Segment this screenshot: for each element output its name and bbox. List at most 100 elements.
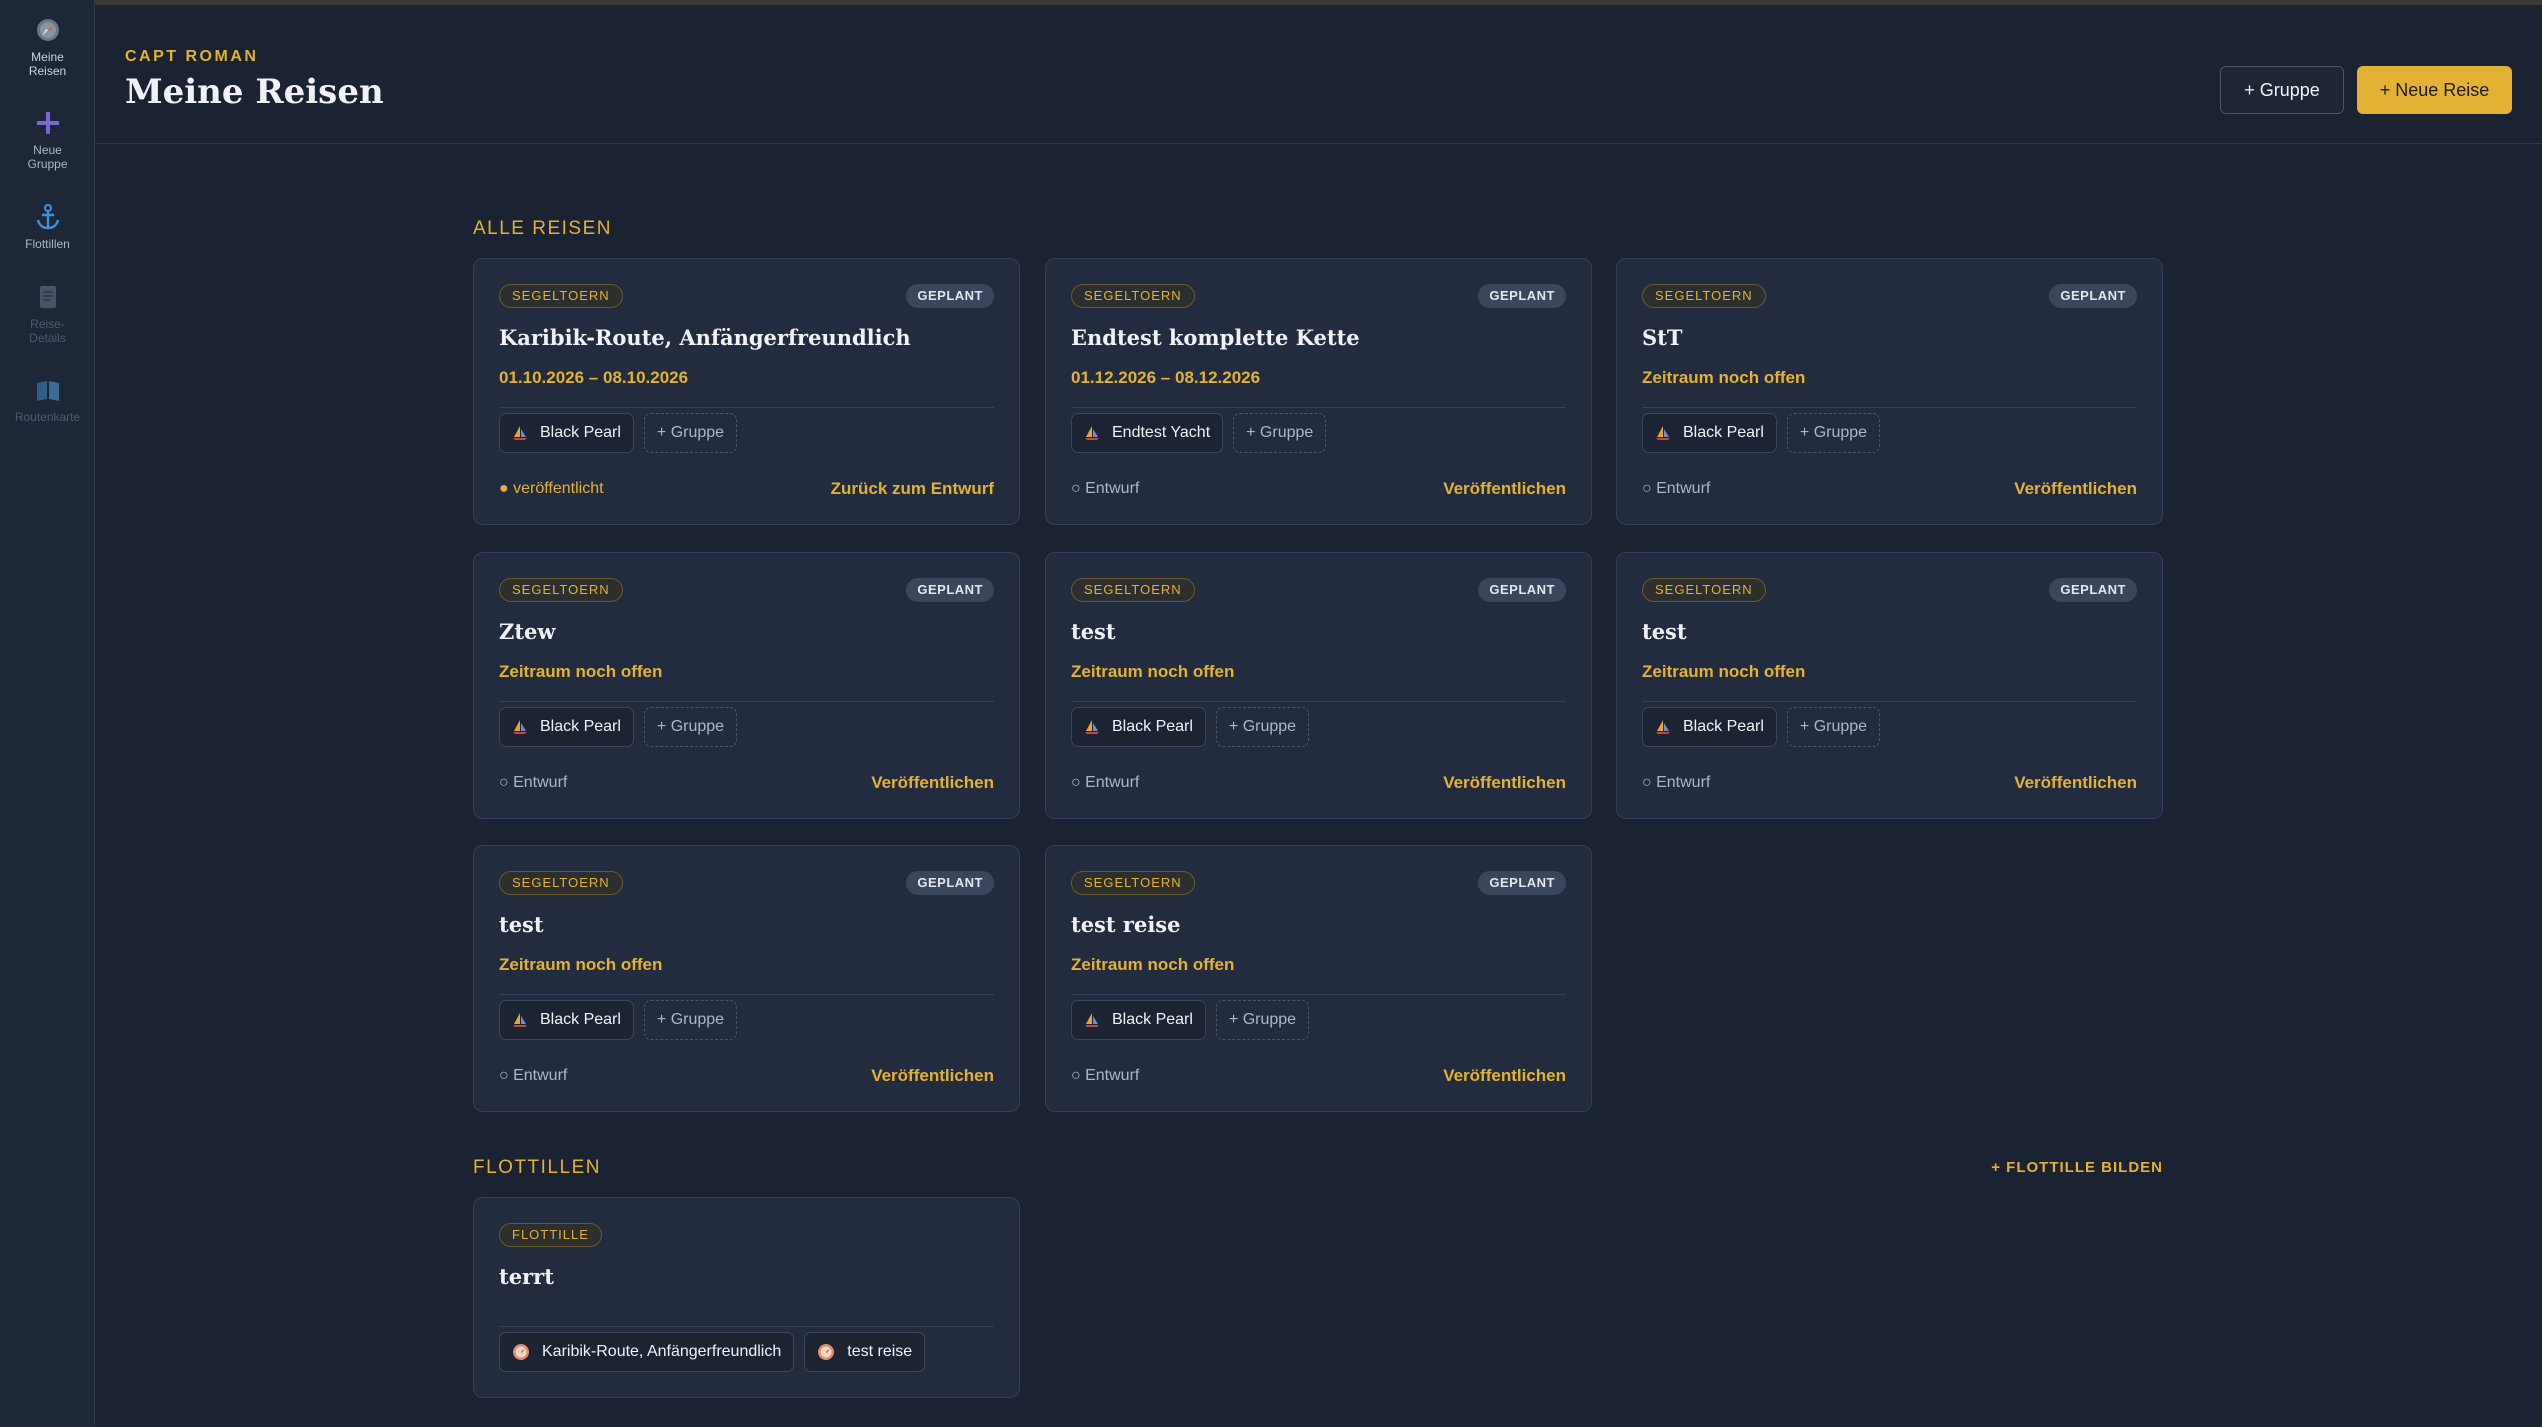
trip-title: test — [1642, 619, 1687, 644]
map-book-icon — [36, 381, 59, 401]
boat-chip[interactable]: Black Pearl — [1071, 707, 1206, 747]
trip-dates: Zeitraum noch offen — [1642, 368, 1806, 387]
add-group-chip[interactable]: + Gruppe — [1215, 707, 1310, 747]
status-badge: GEPLANT — [906, 284, 994, 308]
publish-state: ○ Entwurf — [1071, 480, 1140, 497]
trip-type-badge: SEGELTOERN — [499, 578, 623, 602]
boat-chip[interactable]: Black Pearl — [1642, 707, 1777, 747]
boat-chip[interactable]: Black Pearl — [1642, 413, 1777, 453]
trip-dates: Zeitraum noch offen — [1071, 955, 1235, 974]
status-badge: GEPLANT — [2049, 284, 2137, 308]
publish-state: ○ Entwurf — [1071, 1067, 1140, 1084]
sidebar-item-meine-reisen[interactable]: Meine Reisen — [0, 16, 95, 78]
sidebar-item-flottillen[interactable]: Flottillen — [0, 203, 95, 251]
boat-name: Black Pearl — [540, 424, 621, 441]
page-header: CAPT ROMAN Meine Reisen — [95, 5, 2542, 144]
add-group-chip[interactable]: + Gruppe — [1215, 1000, 1310, 1040]
trip-dates: Zeitraum noch offen — [499, 662, 663, 681]
boat-chip[interactable]: Black Pearl — [499, 1000, 634, 1040]
compass-icon — [818, 1344, 835, 1360]
add-group-chip[interactable]: + Gruppe — [1786, 413, 1881, 453]
section-title-trips: ALLE REISEN — [473, 218, 612, 239]
trip-title: test reise — [1071, 912, 1181, 937]
flotilla-trip-chip[interactable]: Karibik-Route, Anfängerfreundlich — [499, 1332, 795, 1372]
trip-type-badge: SEGELTOERN — [1071, 871, 1195, 895]
page-title: Meine Reisen — [125, 72, 384, 112]
sailboat-icon — [513, 426, 527, 440]
trip-type-badge: SEGELTOERN — [499, 284, 623, 308]
publish-state: ● veröffentlicht — [499, 480, 604, 497]
divider — [1071, 701, 1566, 702]
trip-card[interactable]: SEGELTOERN GEPLANT test Zeitraum noch offen… — [473, 845, 1020, 1112]
boat-chip[interactable]: Black Pearl — [1071, 1000, 1206, 1040]
trip-chips: Endtest Yacht + Gruppe — [1071, 413, 1327, 453]
publish-toggle-link[interactable]: Veröffentlichen — [1443, 773, 1566, 793]
publish-state: ○ Entwurf — [499, 774, 568, 791]
add-group-chip[interactable]: + Gruppe — [1233, 413, 1327, 453]
flotilla-trip-list: Karibik-Route, Anfängerfreundlich test r… — [499, 1332, 926, 1372]
status-badge: GEPLANT — [1478, 578, 1566, 602]
boat-chip[interactable]: Black Pearl — [499, 707, 634, 747]
compass-icon — [513, 1344, 529, 1360]
divider — [499, 994, 994, 995]
publish-toggle-link[interactable]: Veröffentlichen — [2014, 479, 2137, 499]
trip-title: Karibik-Route, Anfängerfreundlich — [499, 325, 911, 350]
trip-card[interactable]: SEGELTOERN GEPLANT test reise Zeitraum noch… — [1045, 845, 1592, 1112]
publish-toggle-link[interactable]: Veröffentlichen — [871, 1066, 994, 1086]
trip-type-badge: SEGELTOERN — [499, 871, 623, 895]
status-badge: GEPLANT — [1478, 284, 1566, 308]
boat-name: Black Pearl — [540, 1011, 621, 1028]
trip-dates: 01.10.2026 – 08.10.2026 — [499, 368, 689, 387]
divider — [499, 701, 994, 702]
add-group-chip[interactable]: + Gruppe — [643, 1000, 738, 1040]
trip-card[interactable]: SEGELTOERN GEPLANT Ztew Zeitraum noch offen… — [473, 552, 1020, 819]
trip-type-badge: SEGELTOERN — [1642, 578, 1766, 602]
divider — [1642, 407, 2137, 408]
sidebar-item-neue-gruppe[interactable]: Neue Gruppe — [0, 109, 95, 171]
boat-chip[interactable]: Endtest Yacht — [1071, 413, 1224, 453]
sidebar-label: Routenkarte — [14, 410, 81, 424]
new-trip-button[interactable]: + Neue Reise — [2357, 66, 2512, 114]
flotilla-card[interactable]: FLOTTILLE terrt Karibik-Route, Anfängerf… — [473, 1197, 1020, 1398]
sidebar-label: Flottillen — [25, 237, 70, 251]
status-badge: GEPLANT — [2049, 578, 2137, 602]
flotilla-trip-name: Karibik-Route, Anfängerfreundlich — [542, 1343, 782, 1360]
sailboat-icon — [1085, 426, 1099, 440]
trip-dates: Zeitraum noch offen — [1071, 662, 1235, 681]
publish-toggle-link[interactable]: Veröffentlichen — [1443, 479, 1566, 499]
add-group-button[interactable]: + Gruppe — [2220, 66, 2344, 114]
publish-state: ○ Entwurf — [1642, 480, 1711, 497]
divider — [1642, 701, 2137, 702]
trip-chips: Black Pearl + Gruppe — [1071, 707, 1310, 747]
publish-toggle-link[interactable]: Zurück zum Entwurf — [831, 479, 994, 499]
create-flotilla-link[interactable]: + FLOTTILLE BILDEN — [1991, 1159, 2163, 1176]
flotilla-trip-chip[interactable]: test reise — [804, 1332, 926, 1372]
trip-card[interactable]: SEGELTOERN GEPLANT Endtest komplette Kette… — [1045, 258, 1592, 525]
trip-chips: Black Pearl + Gruppe — [1071, 1000, 1310, 1040]
publish-toggle-link[interactable]: Veröffentlichen — [2014, 773, 2137, 793]
add-group-chip[interactable]: + Gruppe — [1786, 707, 1881, 747]
trip-card[interactable]: SEGELTOERN GEPLANT test Zeitraum noch offen… — [1616, 552, 2163, 819]
publish-toggle-link[interactable]: Veröffentlichen — [871, 773, 994, 793]
boat-name: Black Pearl — [1683, 718, 1764, 735]
sidebar-label: Details — [29, 331, 66, 345]
status-badge: GEPLANT — [906, 578, 994, 602]
add-group-chip[interactable]: + Gruppe — [643, 413, 738, 453]
sidebar-item-routenkarte: Routenkarte — [0, 376, 95, 424]
trip-card[interactable]: SEGELTOERN GEPLANT Karibik-Route, Anfänger… — [473, 258, 1020, 525]
publish-toggle-link[interactable]: Veröffentlichen — [1443, 1066, 1566, 1086]
captain-name: CAPT ROMAN — [125, 48, 259, 65]
trip-type-badge: SEGELTOERN — [1071, 284, 1195, 308]
sailboat-icon — [1656, 426, 1670, 440]
trip-card[interactable]: SEGELTOERN GEPLANT StT Zeitraum noch offen B… — [1616, 258, 2163, 525]
flotilla-type-badge: FLOTTILLE — [499, 1223, 602, 1247]
boat-name: Black Pearl — [540, 718, 621, 735]
trip-title: StT — [1642, 325, 1683, 350]
add-group-chip[interactable]: + Gruppe — [643, 707, 738, 747]
sidebar: Meine Reisen Neue Gruppe Flottillen Reis… — [0, 0, 95, 1427]
trip-type-badge: SEGELTOERN — [1071, 578, 1195, 602]
trip-card[interactable]: SEGELTOERN GEPLANT test Zeitraum noch offen… — [1045, 552, 1592, 819]
sailboat-icon — [513, 720, 527, 734]
divider — [499, 407, 994, 408]
boat-chip[interactable]: Black Pearl — [499, 413, 634, 453]
